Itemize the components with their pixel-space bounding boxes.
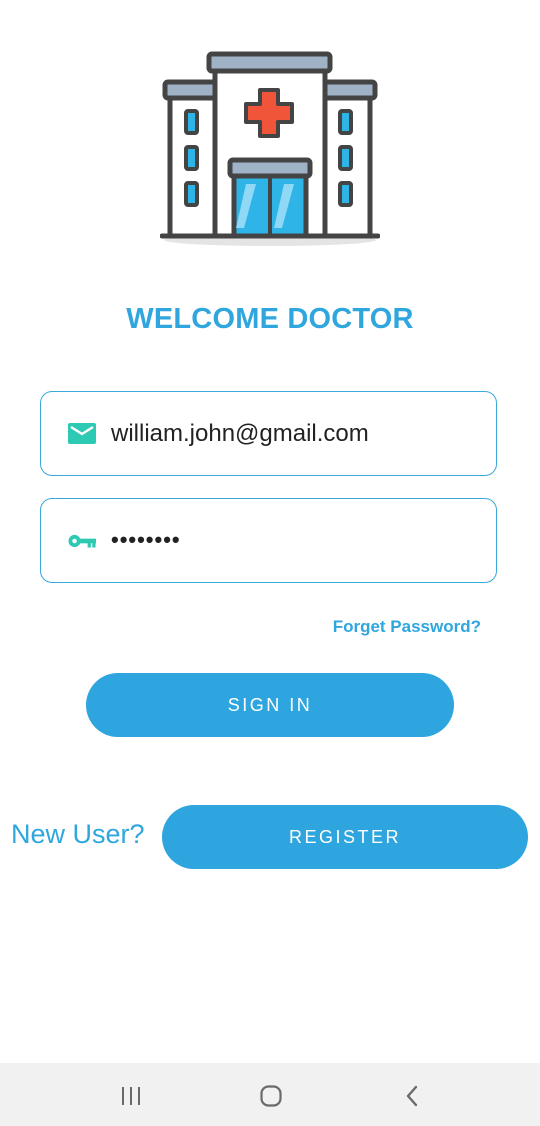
page-title: WELCOME DOCTOR — [126, 303, 414, 335]
system-nav-bar — [0, 1063, 540, 1126]
hospital-icon — [159, 48, 381, 252]
register-button[interactable]: REGISTER — [162, 805, 528, 869]
recent-apps-icon[interactable] — [116, 1081, 146, 1111]
key-icon — [68, 530, 96, 552]
email-field[interactable]: william.john@gmail.com — [40, 391, 497, 476]
password-field[interactable]: •••••••• — [40, 498, 497, 583]
email-input[interactable]: william.john@gmail.com — [111, 420, 480, 448]
back-icon[interactable] — [397, 1081, 427, 1111]
forgot-password-link[interactable]: Forget Password? — [333, 617, 481, 637]
new-user-label: New User? — [11, 819, 145, 849]
sign-in-button[interactable]: SIGN IN — [86, 673, 454, 737]
mail-icon — [68, 423, 96, 445]
home-icon[interactable] — [256, 1081, 286, 1111]
password-input[interactable]: •••••••• — [111, 527, 480, 553]
login-screen: WELCOME DOCTOR william.john@gmail.com ••… — [0, 0, 540, 1126]
